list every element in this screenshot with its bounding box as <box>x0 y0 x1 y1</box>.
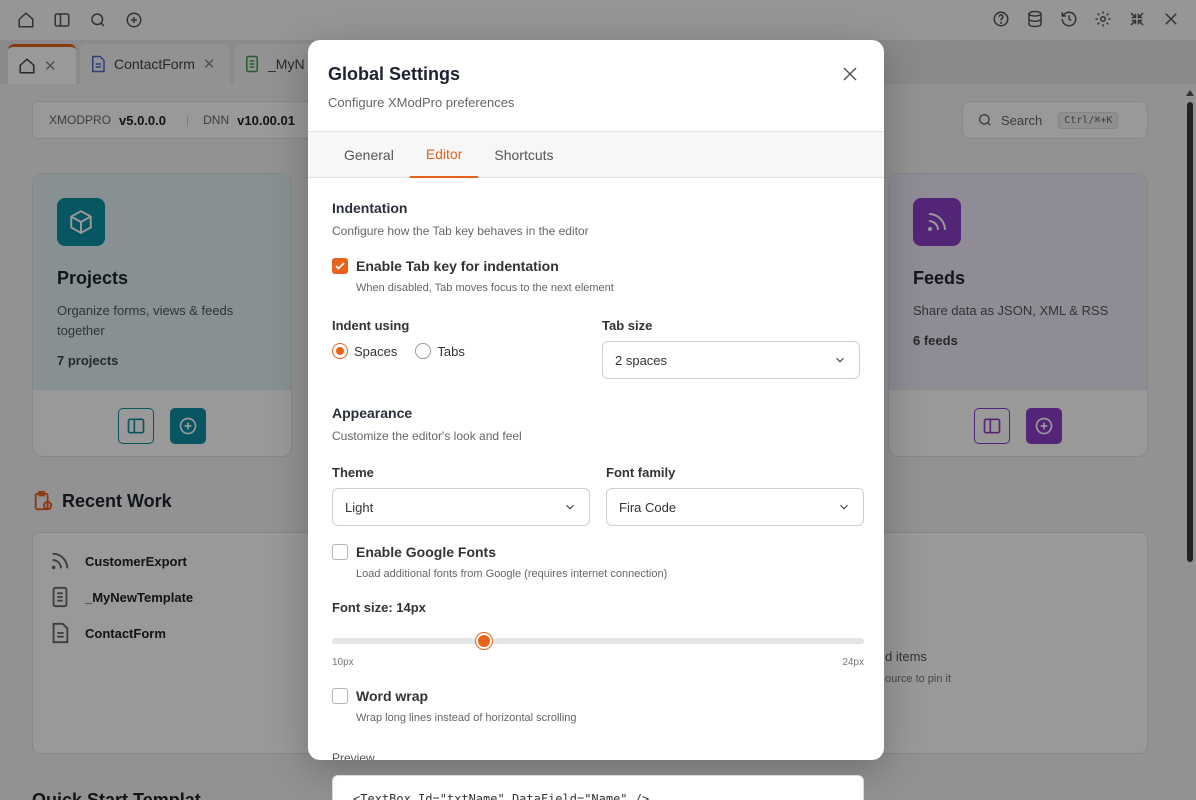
dialog-title: Global Settings <box>328 64 461 84</box>
tab-size-select[interactable]: 2 spaces <box>602 341 860 379</box>
font-size-slider-track[interactable] <box>332 638 864 644</box>
close-icon[interactable] <box>840 64 860 84</box>
section-title: Indentation <box>332 200 408 216</box>
select-value: Light <box>345 499 374 515</box>
indent-using-label: Indent using <box>332 318 410 333</box>
checkbox-label: Enable Tab key for indentation <box>356 258 559 274</box>
checkbox-checked-icon[interactable] <box>332 258 348 274</box>
chevron-down-icon <box>833 353 847 367</box>
editor-preview: <TextBox Id="txtName" DataField="Name" /… <box>332 775 864 800</box>
font-family-select[interactable]: Fira Code <box>606 488 864 526</box>
section-title: Appearance <box>332 405 413 421</box>
editor-settings-panel: Indentation Configure how the Tab key be… <box>308 178 884 760</box>
slider-max-label: 24px <box>842 657 864 668</box>
radio-label: Tabs <box>437 343 465 359</box>
section-desc: Configure how the Tab key behaves in the… <box>332 224 589 238</box>
preview-code: <TextBox Id="txtName" DataField="Name" /… <box>353 792 650 800</box>
checkbox-hint: Wrap long lines instead of horizontal sc… <box>356 712 577 724</box>
preview-label: Preview <box>332 751 375 760</box>
theme-select[interactable]: Light <box>332 488 590 526</box>
scroll-up-arrow[interactable] <box>1186 90 1194 96</box>
tab-size-label: Tab size <box>602 318 653 333</box>
font-family-label: Font family <box>606 465 676 480</box>
chevron-down-icon <box>563 500 577 514</box>
page-scrollbar[interactable] <box>1184 84 1196 800</box>
tabs-radio[interactable] <box>415 343 432 359</box>
tab-general[interactable]: General <box>328 132 410 178</box>
spaces-radio[interactable] <box>332 343 348 359</box>
checkbox-label: Enable Google Fonts <box>356 544 497 560</box>
dialog-subtitle: Configure XModPro preferences <box>328 95 515 110</box>
google-fonts-checkbox[interactable]: Enable Google Fonts <box>332 544 860 560</box>
enable-tab-checkbox[interactable]: Enable Tab key for indentation <box>332 258 860 274</box>
settings-tabs: General Editor Shortcuts <box>308 132 884 178</box>
global-settings-dialog: Global Settings Configure XModPro prefer… <box>308 40 884 760</box>
theme-label: Theme <box>332 465 374 480</box>
section-desc: Customize the editor's look and feel <box>332 429 522 443</box>
select-value: Fira Code <box>619 499 677 515</box>
radio-label: Spaces <box>354 343 398 359</box>
font-size-slider-thumb[interactable] <box>476 633 492 649</box>
checkbox-unchecked-icon[interactable] <box>332 544 348 560</box>
word-wrap-checkbox[interactable]: Word wrap <box>332 688 577 704</box>
checkbox-hint: When disabled, Tab moves focus to the ne… <box>356 282 614 294</box>
checkbox-label: Word wrap <box>356 688 429 704</box>
chevron-down-icon <box>837 500 851 514</box>
scroll-thumb[interactable] <box>1187 102 1193 562</box>
tab-shortcuts[interactable]: Shortcuts <box>478 132 569 178</box>
checkbox-unchecked-icon[interactable] <box>332 688 348 704</box>
checkbox-hint: Load additional fonts from Google (requi… <box>356 568 668 580</box>
slider-min-label: 10px <box>332 657 354 668</box>
tab-editor[interactable]: Editor <box>409 132 479 178</box>
font-size-label: Font size: 14px <box>332 600 426 615</box>
select-value: 2 spaces <box>615 352 668 368</box>
